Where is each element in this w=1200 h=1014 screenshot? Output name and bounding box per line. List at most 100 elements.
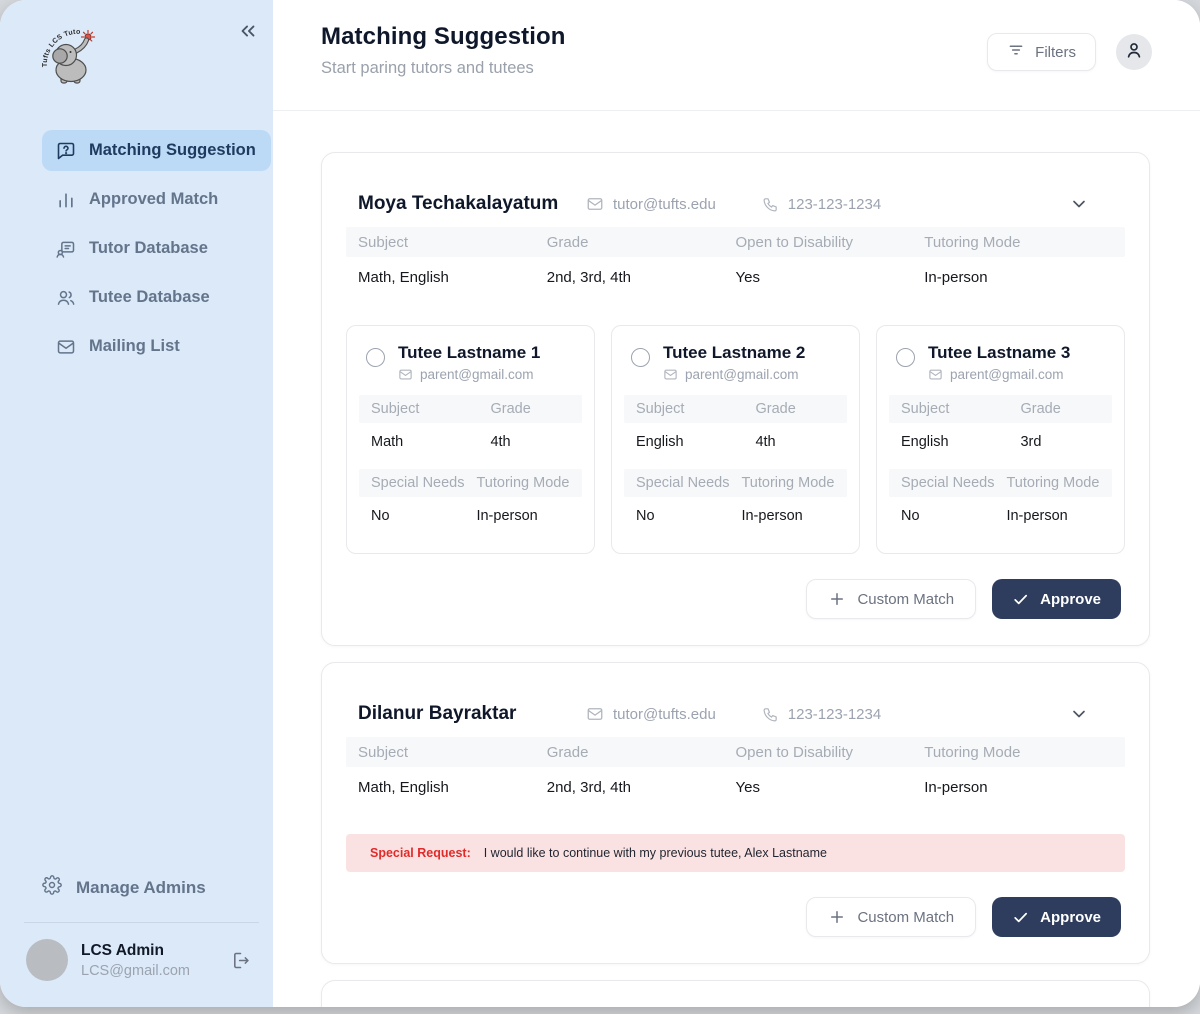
matching-list: Moya Techakalayatum tutor@tufts.edu 123-… — [273, 111, 1200, 1007]
tutee-card-1: Tutee Lastname 1 parent@gmail.com Subjec… — [346, 325, 595, 554]
tutee-tutoring-mode: In-person — [741, 508, 835, 524]
tutee-identity: Tutee Lastname 3 parent@gmail.com — [928, 343, 1070, 382]
column-tutoring-mode: Tutoring Mode — [741, 475, 835, 491]
sidebar-item-label: Approved Match — [89, 190, 218, 209]
custom-match-label: Custom Match — [857, 591, 954, 608]
tutor-table-values: Math, English 2nd, 3rd, 4th Yes In-perso… — [346, 257, 1125, 297]
manage-admins-button[interactable]: Manage Admins — [42, 869, 273, 906]
tutee-grade: 3rd — [1006, 434, 1100, 450]
tutee-suggestions: Tutee Lastname 1 parent@gmail.com Subjec… — [346, 325, 1125, 554]
sidebar-item-approved-match[interactable]: Approved Match — [42, 179, 271, 220]
tutee-subject: English — [636, 434, 741, 450]
column-tutoring-mode: Tutoring Mode — [1006, 475, 1100, 491]
tutee-email-text: parent@gmail.com — [685, 367, 799, 382]
tutor-tutoring-mode: In-person — [924, 779, 1113, 796]
tutee-subject: English — [901, 434, 1006, 450]
manage-admins-label: Manage Admins — [76, 878, 206, 898]
tutee-subject: Math — [371, 434, 476, 450]
header-actions: Filters — [987, 33, 1152, 71]
custom-match-button[interactable]: Custom Match — [806, 897, 976, 937]
chevrons-left-icon — [237, 29, 259, 46]
sidebar-collapse-button[interactable] — [237, 20, 259, 42]
tutee-email: parent@gmail.com — [928, 367, 1070, 382]
tutee-name: Tutee Lastname 2 — [663, 343, 805, 363]
approve-button[interactable]: Approve — [992, 579, 1121, 619]
tutor-table-header: Subject Grade Open to Disability Tutorin… — [346, 227, 1125, 257]
tutee-radio[interactable] — [366, 348, 385, 367]
tutor-table-values: Math, English 2nd, 3rd, 4th Yes In-perso… — [346, 767, 1125, 807]
tutee-special-needs: No — [901, 508, 1006, 524]
column-open-to-disability: Open to Disability — [736, 234, 925, 251]
user-icon — [1124, 40, 1144, 65]
sidebar-item-matching-suggestion[interactable]: Matching Suggestion — [42, 130, 271, 171]
tutee-radio[interactable] — [631, 348, 650, 367]
tutor-grade: 2nd, 3rd, 4th — [547, 269, 736, 286]
bar-chart-icon — [56, 190, 76, 210]
filters-button[interactable]: Filters — [987, 33, 1096, 71]
column-subject: Subject — [358, 744, 547, 761]
users-icon — [56, 288, 76, 308]
profile-section: LCS Admin LCS@gmail.com — [0, 923, 273, 1007]
tutee-special-needs: No — [371, 508, 476, 524]
tutor-email: tutor@tufts.edu — [586, 705, 716, 723]
approve-button[interactable]: Approve — [992, 897, 1121, 937]
mail-icon — [56, 337, 76, 357]
message-question-icon — [56, 141, 76, 161]
column-subject: Subject — [901, 401, 1006, 417]
plus-icon — [828, 590, 846, 608]
mail-icon — [398, 367, 413, 382]
main-area: Matching Suggestion Start paring tutors … — [273, 0, 1200, 1007]
tutee-table-values: English 3rd — [889, 423, 1112, 461]
tutee-table-values-2: No In-person — [889, 497, 1112, 535]
tutor-header: Dilanur Bayraktar tutor@tufts.edu 123-12… — [346, 689, 1125, 737]
sidebar-item-tutor-database[interactable]: Tutor Database — [42, 228, 271, 269]
tutor-open-to-disability: Yes — [736, 269, 925, 286]
column-tutoring-mode: Tutoring Mode — [476, 475, 570, 491]
tutee-email: parent@gmail.com — [398, 367, 540, 382]
phone-icon — [762, 706, 779, 723]
collapse-card-button[interactable] — [1069, 194, 1089, 214]
tutor-email-text: tutor@tufts.edu — [613, 196, 716, 213]
card-actions: Custom Match Approve — [346, 579, 1125, 619]
sidebar-item-tutee-database[interactable]: Tutee Database — [42, 277, 271, 318]
tutee-email-text: parent@gmail.com — [950, 367, 1064, 382]
tutee-table-header: Subject Grade — [624, 395, 847, 423]
plus-icon — [828, 908, 846, 926]
collapse-card-button[interactable] — [1069, 704, 1089, 724]
tufts-lcs-tutoring-logo: Tufts LCS Tutoring — [40, 24, 104, 90]
tutor-name: Dilanur Bayraktar — [358, 703, 586, 725]
tutor-email-text: tutor@tufts.edu — [613, 706, 716, 723]
filter-lines-icon — [1007, 41, 1025, 63]
check-icon — [1012, 591, 1029, 608]
app-window: Tufts LCS Tutoring Matching — [0, 0, 1200, 1007]
tutee-card-3: Tutee Lastname 3 parent@gmail.com Subjec… — [876, 325, 1125, 554]
tutee-grade: 4th — [741, 434, 835, 450]
page-subtitle: Start paring tutors and tutees — [321, 59, 566, 78]
column-special-needs: Special Needs — [371, 475, 476, 491]
column-subject: Subject — [636, 401, 741, 417]
custom-match-button[interactable]: Custom Match — [806, 579, 976, 619]
tutor-email: tutor@tufts.edu — [586, 195, 716, 213]
mail-icon — [663, 367, 678, 382]
tutee-table-header: Subject Grade — [359, 395, 582, 423]
special-request-label: Special Request: — [370, 846, 471, 860]
sidebar-item-label: Tutee Database — [89, 288, 210, 307]
special-request-banner: Special Request: I would like to continu… — [346, 834, 1125, 872]
user-menu-button[interactable] — [1116, 34, 1152, 70]
column-special-needs: Special Needs — [636, 475, 741, 491]
sidebar: Tufts LCS Tutoring Matching — [0, 0, 273, 1007]
sidebar-item-mailing-list[interactable]: Mailing List — [42, 326, 271, 367]
tutee-grade: 4th — [476, 434, 570, 450]
logout-button[interactable] — [230, 950, 251, 971]
tutee-table-header: Subject Grade — [889, 395, 1112, 423]
page-header-text: Matching Suggestion Start paring tutors … — [321, 23, 566, 78]
chevron-down-icon — [1069, 711, 1089, 728]
tutee-table-values: Math 4th — [359, 423, 582, 461]
tutor-card-dilanur: Dilanur Bayraktar tutor@tufts.edu 123-12… — [321, 662, 1150, 964]
tutor-tutoring-mode: In-person — [924, 269, 1113, 286]
tutee-email: parent@gmail.com — [663, 367, 805, 382]
card-actions: Custom Match Approve — [346, 897, 1125, 937]
tutee-name: Tutee Lastname 3 — [928, 343, 1070, 363]
tutee-radio[interactable] — [896, 348, 915, 367]
tutor-phone-text: 123-123-1234 — [788, 706, 881, 723]
